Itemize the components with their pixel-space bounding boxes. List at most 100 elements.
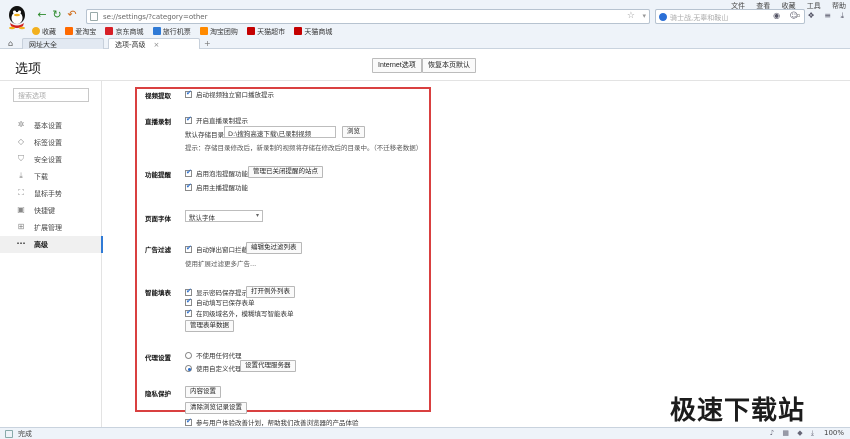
font-select[interactable]: 默认字体 ▾ xyxy=(185,210,263,222)
checkbox-host-reminder[interactable]: 启用主播提醒功能 xyxy=(185,182,248,192)
page-icon xyxy=(90,12,98,21)
checkbox[interactable] xyxy=(185,89,192,98)
download-icon[interactable]: ⤓ xyxy=(840,11,844,20)
page-status-icon xyxy=(5,430,13,438)
radio-custom-proxy[interactable]: 使用自定义代理 xyxy=(185,363,242,373)
tag-icon: ◇ xyxy=(17,137,25,146)
sidebar-item-extensions[interactable]: ⊞ 扩展管理 xyxy=(0,219,102,236)
site-watermark: 极速下载站 xyxy=(670,396,806,426)
restore-defaults-button[interactable]: 恢复本页默认 xyxy=(422,58,476,73)
bookmark-item[interactable]: 旅行机票 xyxy=(152,27,191,37)
tab-settings[interactable]: 选项-高级 × xyxy=(108,38,200,49)
checkbox-password-prompt[interactable]: 显示密码保存提示 xyxy=(185,287,248,297)
close-icon[interactable]: × xyxy=(154,41,160,49)
extension-icon: ⊞ xyxy=(17,222,25,231)
toolbar-icons: ◉ ☺ ❖ ≡ ⤓ xyxy=(766,11,844,21)
address-bar[interactable]: se://settings/?category=other ☆ ▾ xyxy=(86,9,650,24)
adblock-extension-link[interactable]: 使用扩展过滤更多广告... xyxy=(185,258,256,268)
taobao-icon xyxy=(65,27,74,35)
section-label-adblock: 广告过滤 xyxy=(145,246,171,254)
sidebar-item-download[interactable]: ⤓ 下载 xyxy=(0,168,102,185)
section-label-feature: 功能提醒 xyxy=(145,171,171,179)
checkbox-live-record[interactable]: 开启直播录制提示 xyxy=(185,115,248,125)
sidebar-item-tabs[interactable]: ◇ 标签设置 xyxy=(0,134,102,151)
checkbox-popup-block[interactable]: 自动弹出窗口拦截 xyxy=(185,244,248,254)
browser-toolbar: ← ↻ ↶ se://settings/?category=other ☆ ▾ … xyxy=(0,0,850,49)
grid-icon[interactable]: ▦ xyxy=(782,429,789,437)
live-hint-text: 提示：存储目录修改后，新录制的视频将存储在修改后的目录中。（不迁移老数据） xyxy=(185,144,423,152)
new-tab-button[interactable]: + xyxy=(204,39,211,48)
menu-help[interactable]: 帮助 xyxy=(832,2,846,10)
settings-search-input[interactable]: 搜索选项 xyxy=(13,88,89,102)
home-icon[interactable]: ⌂ xyxy=(8,39,13,48)
tab-label: 网址大全 xyxy=(29,41,57,49)
url-text[interactable]: se://settings/?category=other xyxy=(103,13,207,21)
set-proxy-servers-button[interactable]: 设置代理服务器 xyxy=(240,360,296,372)
radio[interactable] xyxy=(185,365,192,372)
checkbox[interactable] xyxy=(185,244,192,253)
browse-button[interactable]: 浏览 xyxy=(342,126,365,138)
volume-icon[interactable]: ♪ xyxy=(770,429,774,437)
checkbox[interactable] xyxy=(185,168,192,177)
radio[interactable] xyxy=(185,352,192,359)
favorite-star-icon[interactable]: ☆ xyxy=(627,11,635,21)
menu-tools[interactable]: 工具 xyxy=(807,2,821,10)
checkbox-video-popup[interactable]: 启动视频独立窗口播放提示 xyxy=(185,89,274,99)
edit-whitelist-button[interactable]: 编辑免过滤列表 xyxy=(246,242,302,254)
sidebar-item-security[interactable]: ⛉ 安全设置 xyxy=(0,151,102,168)
chevron-down-icon[interactable]: ▾ xyxy=(642,12,646,20)
skin-icon[interactable]: ◉ xyxy=(773,11,780,20)
bookmark-item[interactable]: 淘宝团购 xyxy=(199,27,238,37)
menu-view[interactable]: 查看 xyxy=(756,2,770,10)
download-icon[interactable]: ⤓ xyxy=(811,429,814,437)
bookmark-item[interactable]: 天猫超市 xyxy=(247,27,285,37)
sidebar-item-advanced[interactable]: ··· 高级 xyxy=(0,236,103,253)
zoom-level[interactable]: 100% xyxy=(824,429,844,437)
manage-closed-sites-button[interactable]: 管理已关闭提醒的站点 xyxy=(248,166,323,178)
status-icons: ♪ ▦ ◆ ⤓ xyxy=(764,429,814,438)
sidebar-item-shortcuts[interactable]: ▣ 快捷键 xyxy=(0,202,102,219)
search-engine-icon[interactable] xyxy=(659,13,667,21)
internet-options-button[interactable]: Internet选项 xyxy=(372,58,422,73)
back-button[interactable]: ← xyxy=(36,9,48,21)
checkbox[interactable] xyxy=(185,417,192,426)
jd-icon xyxy=(105,27,114,35)
search-input[interactable]: 骑士战,无辜和鞍山 xyxy=(670,13,728,23)
sidebar-item-mouse-gesture[interactable]: ⛶ 鼠标手势 xyxy=(0,185,102,202)
menu-bar: 文件 查看 收藏 工具 帮助 xyxy=(722,1,846,11)
refresh-button[interactable]: ↻ xyxy=(51,9,63,21)
user-icon[interactable]: ☺ xyxy=(790,11,798,20)
storage-path-field[interactable]: D:\搜狗高速下载\已录制视频 xyxy=(224,126,336,138)
sidebar: 搜索选项 ✲ 基本设置 ◇ 标签设置 ⛉ 安全设置 ⤓ 下载 ⛶ 鼠标手势 ▣ … xyxy=(0,81,103,427)
menu-file[interactable]: 文件 xyxy=(731,2,745,10)
checkbox[interactable] xyxy=(185,287,192,296)
checkbox-autofill[interactable]: 自动填写已保存表单 xyxy=(185,297,255,307)
bookmark-item[interactable]: 收藏 xyxy=(32,27,56,37)
checkbox[interactable] xyxy=(185,115,192,124)
radio-no-proxy[interactable]: 不使用任何代理 xyxy=(185,350,242,360)
shield-icon[interactable]: ◆ xyxy=(797,429,802,437)
checkbox-ux-program[interactable]: 参与用户体验改善计划，帮助我们改善浏览器的产品体验 xyxy=(185,417,359,427)
bookmark-item[interactable]: 爱淘宝 xyxy=(65,27,96,37)
bookmark-item[interactable]: 京东商城 xyxy=(105,27,143,37)
chevron-down-icon: ▾ xyxy=(255,212,259,219)
checkbox-domain-fill[interactable]: 在同级域名外，模糊填写智能表单 xyxy=(185,308,294,318)
sidebar-item-label: 扩展管理 xyxy=(34,224,62,232)
section-label-proxy: 代理设置 xyxy=(145,354,171,362)
checkbox[interactable] xyxy=(185,308,192,317)
content-settings-button[interactable]: 内容设置 xyxy=(185,386,221,398)
manage-form-data-button[interactable]: 管理表单数据 xyxy=(185,320,234,332)
sidebar-item-label: 高级 xyxy=(34,241,48,249)
extension-icon[interactable]: ❖ xyxy=(807,11,814,20)
menu-icon[interactable]: ≡ xyxy=(824,11,831,20)
undo-button[interactable]: ↶ xyxy=(66,9,78,21)
bookmark-item[interactable]: 天猫商城 xyxy=(294,27,332,37)
sidebar-item-basic[interactable]: ✲ 基本设置 xyxy=(0,117,102,134)
checkbox-bubble[interactable]: 启用泡泡提醒功能 xyxy=(185,168,248,178)
clear-history-button[interactable]: 清除浏览记录设置 xyxy=(185,402,247,414)
menu-favorites[interactable]: 收藏 xyxy=(782,2,796,10)
checkbox[interactable] xyxy=(185,297,192,306)
checkbox[interactable] xyxy=(185,182,192,191)
tab-navigation[interactable]: 网址大全 xyxy=(22,38,104,49)
tab-strip: ⌂ 网址大全 选项-高级 × + xyxy=(0,38,850,49)
